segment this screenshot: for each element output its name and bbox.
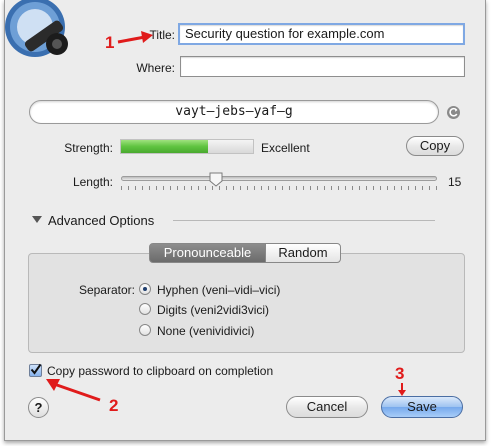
- annotation-number-3: 3: [395, 364, 405, 383]
- radio-digits[interactable]: [139, 303, 151, 315]
- length-slider-ticks: [121, 186, 437, 190]
- where-field[interactable]: [180, 56, 465, 77]
- annotation-arrow-2: [40, 375, 105, 407]
- radio-none[interactable]: [139, 324, 151, 336]
- length-slider-knob[interactable]: [209, 172, 223, 187]
- tab-pronounceable[interactable]: Pronounceable: [149, 243, 266, 263]
- separator-label: Separator:: [78, 283, 135, 297]
- radio-hyphen[interactable]: [139, 283, 151, 295]
- annotation-number-1: 1: [105, 33, 115, 52]
- cancel-button[interactable]: Cancel: [286, 396, 368, 418]
- radio-digits-label[interactable]: Digits (veni2vidi3vici): [157, 303, 269, 317]
- strength-meter: [120, 139, 254, 154]
- radio-none-label[interactable]: None (venividivici): [157, 324, 254, 338]
- radio-hyphen-label[interactable]: Hyphen (veni–vidi–vici): [157, 283, 280, 297]
- disclosure-triangle-icon[interactable]: [32, 216, 42, 223]
- annotation-number-2: 2: [109, 396, 119, 415]
- generated-password-field[interactable]: vayt–jebs–yaf–g: [29, 100, 439, 124]
- strength-value: Excellent: [261, 141, 310, 155]
- length-slider-track[interactable]: [121, 176, 437, 181]
- copy-button[interactable]: Copy: [406, 136, 464, 156]
- strength-meter-fill: [121, 140, 209, 153]
- annotation-arrow-3: [397, 383, 407, 397]
- tab-random[interactable]: Random: [265, 243, 341, 263]
- refresh-icon[interactable]: [447, 106, 460, 119]
- advanced-options-label[interactable]: Advanced Options: [48, 213, 154, 228]
- where-label: Where:: [136, 61, 175, 75]
- annotation-arrow-1: [115, 28, 155, 48]
- length-value: 15: [448, 175, 462, 189]
- advanced-divider: [173, 220, 435, 221]
- save-button[interactable]: Save: [381, 396, 463, 418]
- strength-label: Strength:: [64, 141, 113, 155]
- title-field[interactable]: Security question for example.com: [178, 23, 465, 45]
- length-label: Length:: [72, 175, 113, 189]
- app-key-icon: [5, 0, 79, 70]
